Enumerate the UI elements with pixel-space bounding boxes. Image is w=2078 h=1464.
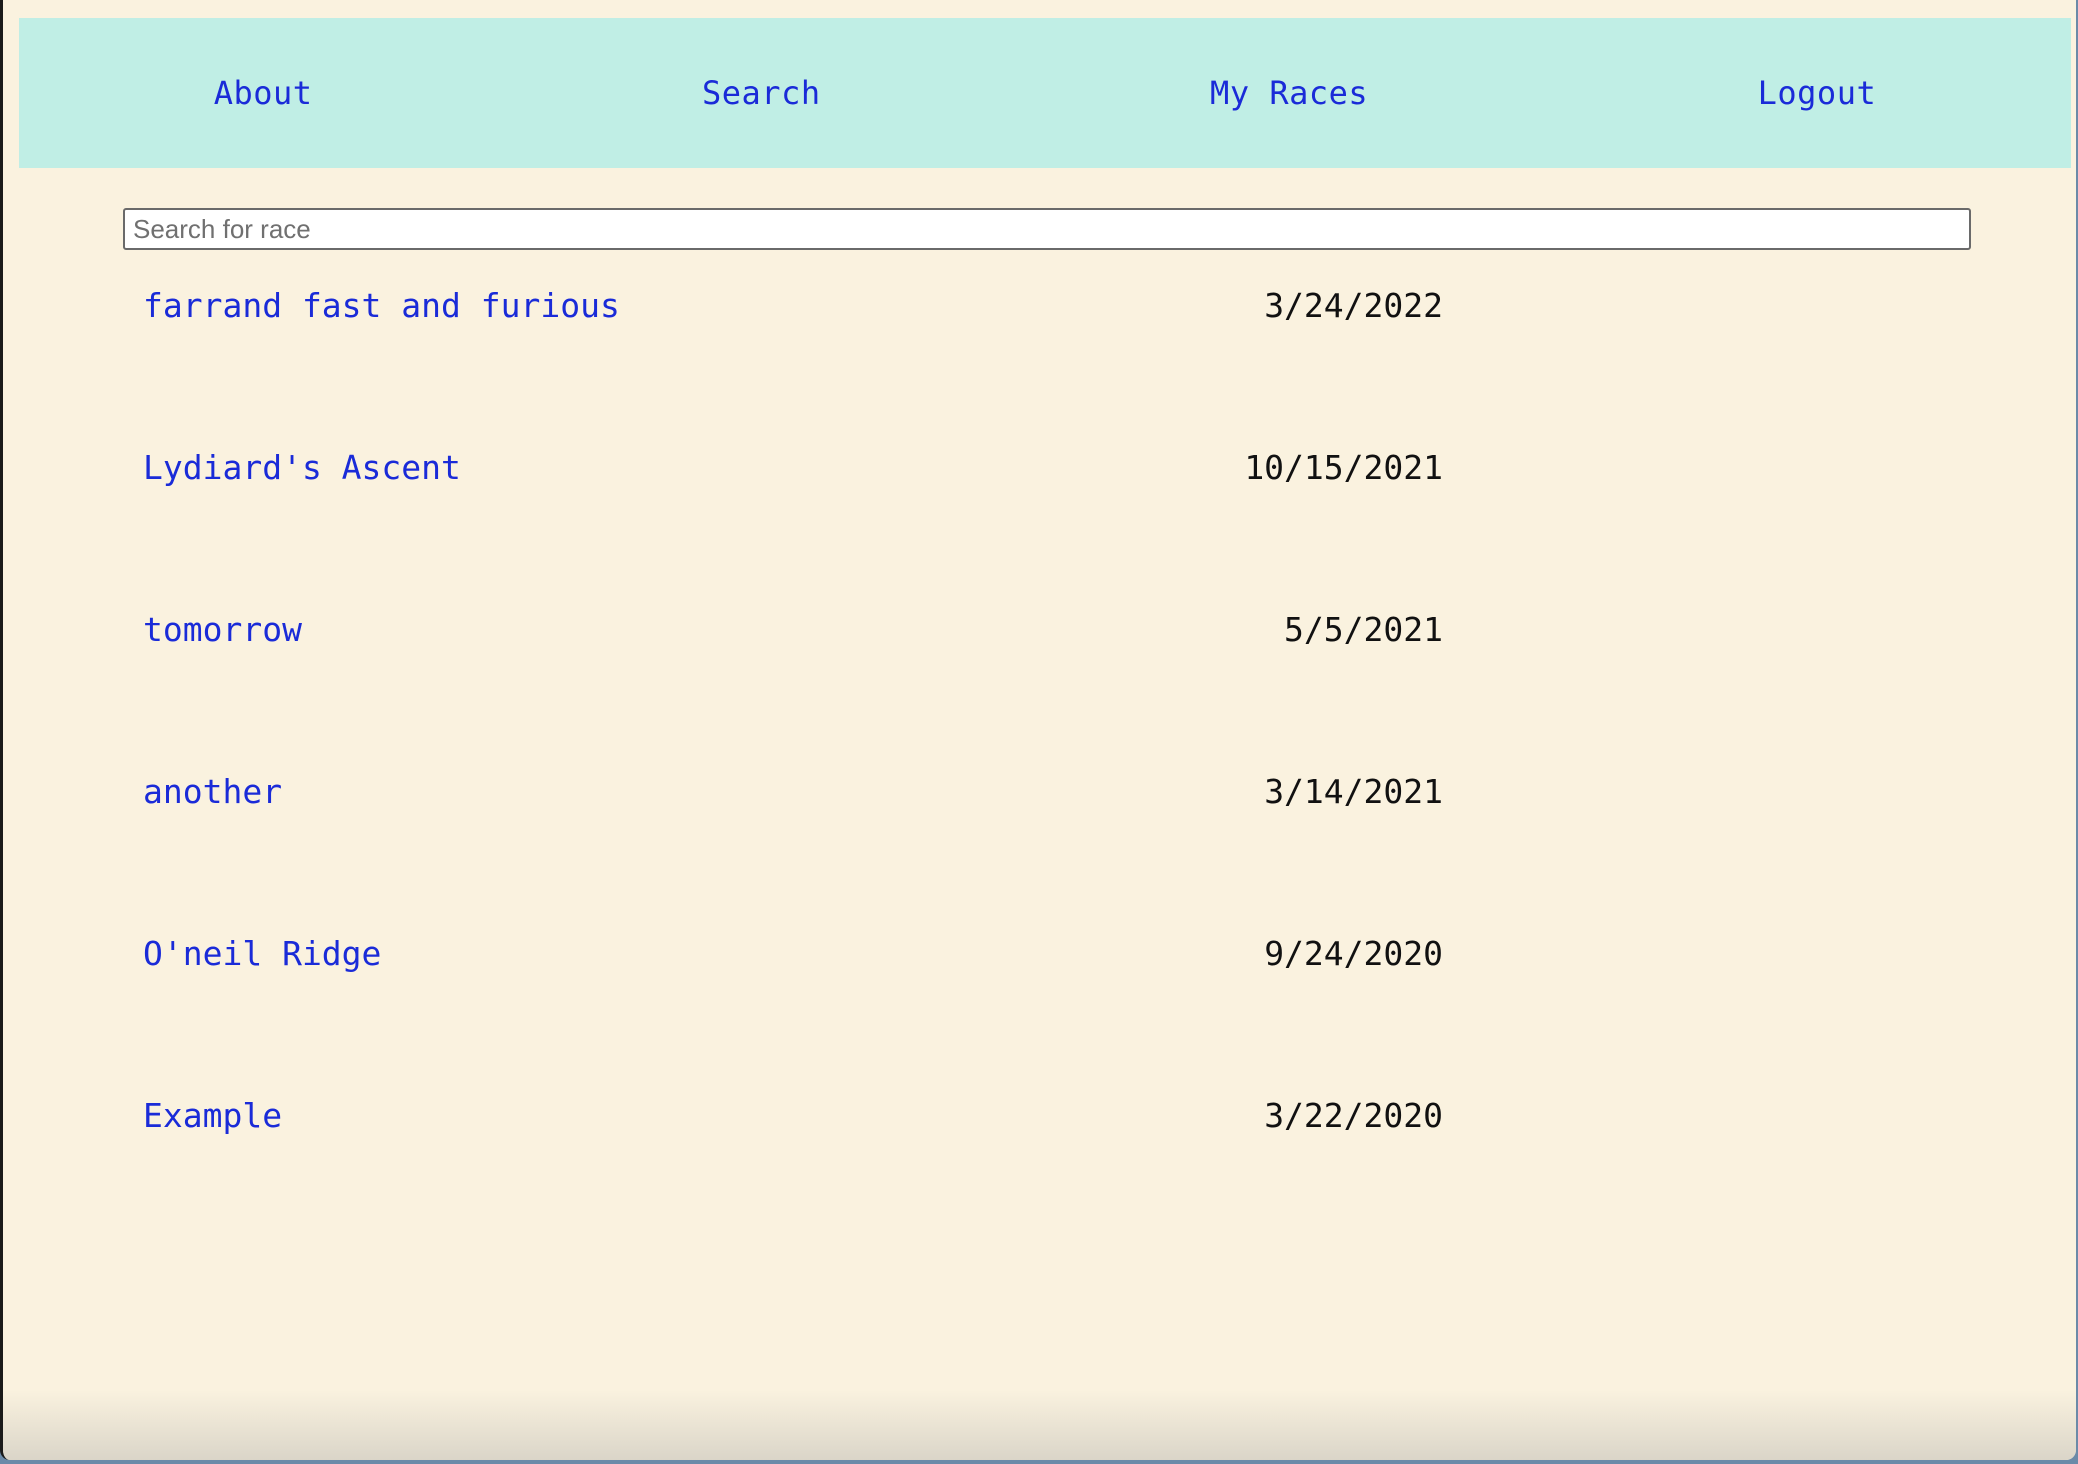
race-row: another 3/14/2021 [143,766,1443,928]
nav-my-races-link[interactable]: My Races [1210,74,1368,112]
race-search-input[interactable] [123,208,1971,250]
race-row: tomorrow 5/5/2021 [143,604,1443,766]
browser-window: About Search My Races Logout farrand fas… [0,0,2076,1460]
race-date: 9/24/2020 [1264,933,1443,973]
race-date: 10/15/2021 [1244,447,1443,487]
nav-search-link[interactable]: Search [702,74,821,112]
top-navbar: About Search My Races Logout [19,18,2071,168]
nav-about-link[interactable]: About [214,74,313,112]
race-name-link[interactable]: Lydiard's Ascent [143,448,461,487]
race-name-link[interactable]: tomorrow [143,610,302,649]
race-name-link[interactable]: O'neil Ridge [143,934,381,973]
race-date: 3/14/2021 [1264,771,1443,811]
race-row: Example 3/22/2020 [143,1090,1443,1252]
race-name-link[interactable]: Example [143,1096,282,1135]
race-date: 3/24/2022 [1264,285,1443,325]
race-row: farrand fast and furious 3/24/2022 [143,280,1443,442]
race-row: O'neil Ridge 9/24/2020 [143,928,1443,1090]
race-date: 5/5/2021 [1284,609,1443,649]
race-list: farrand fast and furious 3/24/2022 Lydia… [143,280,1443,1252]
race-name-link[interactable]: farrand fast and furious [143,286,620,325]
race-row: Lydiard's Ascent 10/15/2021 [143,442,1443,604]
nav-logout-link[interactable]: Logout [1758,74,1877,112]
race-date: 3/22/2020 [1264,1095,1443,1135]
race-name-link[interactable]: another [143,772,282,811]
